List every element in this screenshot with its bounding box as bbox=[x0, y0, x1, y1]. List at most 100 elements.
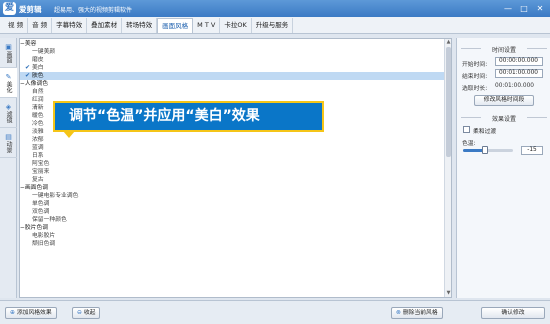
style-group-header[interactable]: −胶片色调 bbox=[20, 224, 445, 232]
style-item-label: 肤色 bbox=[32, 73, 44, 79]
maximize-icon[interactable]: □ bbox=[518, 3, 530, 14]
close-icon[interactable]: ✕ bbox=[534, 3, 546, 14]
end-time-label: 结束时间: bbox=[462, 74, 488, 80]
style-item-label: 画面色调 bbox=[24, 185, 49, 191]
style-item-label: 阿宝色 bbox=[32, 161, 50, 167]
style-item-label: 红润 bbox=[32, 97, 44, 103]
style-list-item[interactable]: ✔ 美白 bbox=[20, 64, 445, 72]
tab-audio[interactable]: 音 频 bbox=[28, 18, 53, 33]
tab-upgrade[interactable]: 升级与服务 bbox=[252, 18, 294, 33]
bottom-toolbar: ⊕ 添加风格效果 ⊖ 收起 ⊗ 删除当前风格 确认修改 bbox=[0, 300, 550, 324]
style-list-item[interactable]: 复古 bbox=[20, 176, 445, 184]
style-item-label: 电影胶片 bbox=[32, 233, 56, 239]
style-list-item[interactable]: 双色调 bbox=[20, 208, 445, 216]
style-item-label: 蓝调 bbox=[32, 145, 44, 151]
style-item-label: 宝丽来 bbox=[32, 169, 50, 175]
side-tab-picture[interactable]: ▣ 画面 bbox=[0, 38, 17, 68]
tab-karaoke[interactable]: 卡拉OK bbox=[220, 18, 252, 33]
style-list-item[interactable]: ✔ 肤色 bbox=[20, 72, 445, 80]
style-item-label: 浓郁 bbox=[32, 137, 44, 143]
style-list-item[interactable]: 日系 bbox=[20, 152, 445, 160]
style-item-label: 双色调 bbox=[32, 209, 50, 215]
style-item-label: 日系 bbox=[32, 153, 44, 159]
style-item-label: 美白 bbox=[32, 65, 44, 71]
color-temp-slider-knob[interactable] bbox=[481, 146, 488, 154]
color-temp-slider[interactable] bbox=[463, 149, 513, 152]
tab-video[interactable]: 视 频 bbox=[4, 18, 29, 33]
app-slogan: 超易用、强大的视频剪辑软件 bbox=[54, 7, 133, 14]
picture-icon: ▣ bbox=[5, 42, 12, 51]
list-scrollbar[interactable]: ▲ ▼ bbox=[444, 39, 451, 297]
delete-icon: ⊗ bbox=[396, 310, 401, 316]
app-logo-icon: 爱 bbox=[3, 2, 16, 15]
style-item-label: 冷色 bbox=[32, 121, 44, 127]
tab-overlay[interactable]: 叠加素材 bbox=[87, 18, 123, 33]
style-group-header[interactable]: −画面色调 bbox=[20, 184, 445, 192]
tab-picture-style[interactable]: 画面风格 bbox=[157, 18, 194, 33]
style-list-item[interactable]: 颓旧色调 bbox=[20, 240, 445, 248]
scroll-down-icon[interactable]: ▼ bbox=[445, 290, 451, 297]
tab-transitions[interactable]: 转场特效 bbox=[122, 18, 158, 33]
style-list-item[interactable]: 蓝调 bbox=[20, 144, 445, 152]
beautify-icon: ✎ bbox=[5, 72, 12, 81]
add-style-button[interactable]: ⊕ 添加风格效果 bbox=[5, 307, 57, 319]
style-item-label: 胶片色调 bbox=[24, 225, 49, 231]
tab-subtitle-effects[interactable]: 字幕特效 bbox=[52, 18, 88, 33]
color-temp-input[interactable]: -15 bbox=[521, 146, 543, 155]
style-item-label: 淡雅 bbox=[32, 129, 44, 135]
style-item-label: 复古 bbox=[32, 177, 44, 183]
filter-icon: ◈ bbox=[5, 102, 12, 111]
time-settings-title: 时间设置 bbox=[461, 45, 547, 54]
style-list-item[interactable]: 一键电影专业调色 bbox=[20, 192, 445, 200]
style-item-label: 单色调 bbox=[32, 201, 50, 207]
tutorial-callout: 调节“色温”并应用“美白”效果 bbox=[53, 101, 324, 132]
style-list-item[interactable]: 阿宝色 bbox=[20, 160, 445, 168]
style-item-label: 颓旧色调 bbox=[32, 241, 56, 247]
add-icon: ⊕ bbox=[10, 310, 15, 316]
soft-transition-label: 柔和过渡 bbox=[473, 129, 497, 135]
scroll-up-icon[interactable]: ▲ bbox=[445, 39, 451, 46]
style-list-panel: −美容 一键美颜 磨皮 ✔ 美白 ✔ 肤色 −人像调色 自然 红润 清新 暖色 冷色 淡雅 浓郁 蓝调 日系 阿宝… bbox=[19, 38, 452, 298]
style-group-header[interactable]: −人像调色 bbox=[20, 80, 445, 88]
confirm-modify-button[interactable]: 确认修改 bbox=[481, 307, 545, 319]
style-list-item[interactable]: 一键美颜 bbox=[20, 48, 445, 56]
check-icon: ✔ bbox=[25, 64, 31, 71]
style-item-label: 清新 bbox=[32, 105, 44, 111]
style-list-item[interactable]: 自然 bbox=[20, 88, 445, 96]
start-time-label: 开始时间: bbox=[462, 62, 488, 68]
title-bar: 爱 爱剪辑 超易用、强大的视频剪辑软件 — □ ✕ bbox=[0, 0, 550, 17]
callout-pointer bbox=[63, 131, 75, 138]
style-item-label: 暖色 bbox=[32, 113, 44, 119]
style-list-item[interactable]: 宝丽来 bbox=[20, 168, 445, 176]
tab-mtv[interactable]: M T V bbox=[193, 18, 221, 33]
start-time-input[interactable]: 00:00:00.000 bbox=[495, 57, 543, 66]
style-list-item[interactable]: 电影胶片 bbox=[20, 232, 445, 240]
style-group-header[interactable]: −美容 bbox=[20, 40, 445, 48]
effect-settings-title: 效果设置 bbox=[461, 114, 547, 123]
duration-value: 00:01:00.000 bbox=[495, 83, 534, 89]
style-item-label: 磨皮 bbox=[32, 57, 44, 63]
side-tab-beautify[interactable]: ✎ 美化 bbox=[0, 68, 17, 98]
color-temp-label: 色温: bbox=[462, 141, 476, 147]
soft-transition-checkbox[interactable] bbox=[463, 126, 470, 133]
style-list-item[interactable]: 保留一种颜色 bbox=[20, 216, 445, 224]
modify-time-range-button[interactable]: 修改风格时间段 bbox=[474, 95, 534, 106]
collapse-button[interactable]: ⊖ 收起 bbox=[72, 307, 101, 319]
style-list-item[interactable]: 单色调 bbox=[20, 200, 445, 208]
end-time-input[interactable]: 00:01:00.000 bbox=[495, 69, 543, 78]
side-tab-filter[interactable]: ◈ 滤镜 bbox=[0, 98, 17, 128]
window-controls: — □ ✕ bbox=[502, 3, 546, 14]
check-icon: ✔ bbox=[25, 72, 31, 79]
style-list-item[interactable]: 磨皮 bbox=[20, 56, 445, 64]
duration-label: 选取时长: bbox=[462, 86, 488, 92]
style-item-label: 人像调色 bbox=[24, 81, 49, 87]
style-item-label: 一键电影专业调色 bbox=[32, 193, 79, 199]
side-tab-motion[interactable]: ▤ 动景 bbox=[0, 128, 17, 158]
delete-style-button[interactable]: ⊗ 删除当前风格 bbox=[391, 307, 443, 319]
main-tab-bar: 视 频 音 频 字幕特效 叠加素材 转场特效 画面风格 M T V 卡拉OK 升… bbox=[0, 17, 550, 34]
style-item-label: 保留一种颜色 bbox=[32, 217, 67, 223]
style-list-item[interactable]: 浓郁 bbox=[20, 136, 445, 144]
scroll-thumb[interactable] bbox=[446, 47, 451, 157]
minimize-icon[interactable]: — bbox=[502, 3, 514, 14]
app-name: 爱剪辑 bbox=[19, 5, 42, 14]
